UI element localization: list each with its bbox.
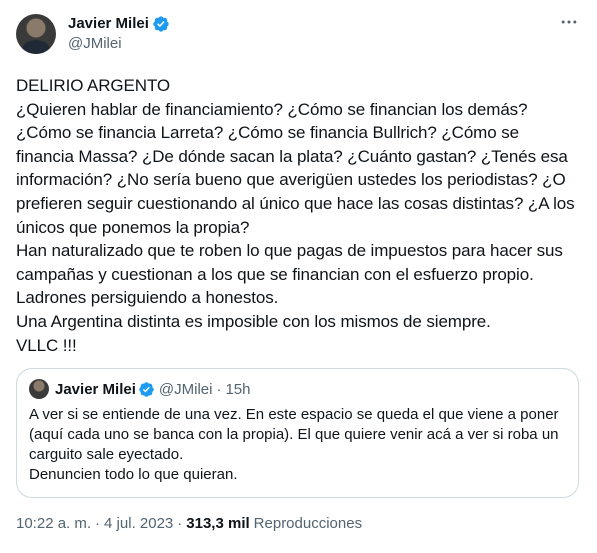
verified-badge-icon [153,16,169,32]
author-name[interactable]: Javier Milei [68,14,149,34]
tweet-card: Javier Milei @JMilei DELIRIO ARGENTO ¿Qu… [0,0,597,553]
tweet-text: DELIRIO ARGENTO ¿Quieren hablar de finan… [16,76,575,355]
author-handle[interactable]: @JMilei [68,34,170,54]
quoted-separator: · [216,380,222,398]
meta-separator-2: · [177,515,183,533]
tweet-date[interactable]: 4 jul. 2023 [104,515,173,532]
tweet-header: Javier Milei @JMilei [16,10,581,58]
more-horizontal-icon[interactable] [559,12,579,32]
quoted-avatar [29,379,49,400]
author-names: Javier Milei @JMilei [68,14,170,54]
quoted-author-handle: @JMilei [158,380,213,398]
quoted-header: Javier Milei @JMilei · 15h [29,379,566,400]
author-avatar[interactable] [16,14,56,54]
tweet-time[interactable]: 10:22 a. m. [16,515,91,532]
views-label: Reproducciones [253,515,363,533]
tweet-meta: 10:22 a. m. · 4 jul. 2023 · 313,3 mil Re… [16,515,581,532]
quoted-author-name: Javier Milei [55,380,136,398]
quoted-text: A ver si se entiende de una vez. En este… [29,406,559,484]
meta-separator: · [95,515,101,533]
views-count[interactable]: 313,3 mil [186,515,249,532]
author-name-row: Javier Milei [68,14,170,34]
verified-badge-icon [139,381,154,397]
quoted-tweet[interactable]: Javier Milei @JMilei · 15h A ver si se e… [16,368,579,499]
quoted-timestamp[interactable]: 15h [225,381,250,398]
